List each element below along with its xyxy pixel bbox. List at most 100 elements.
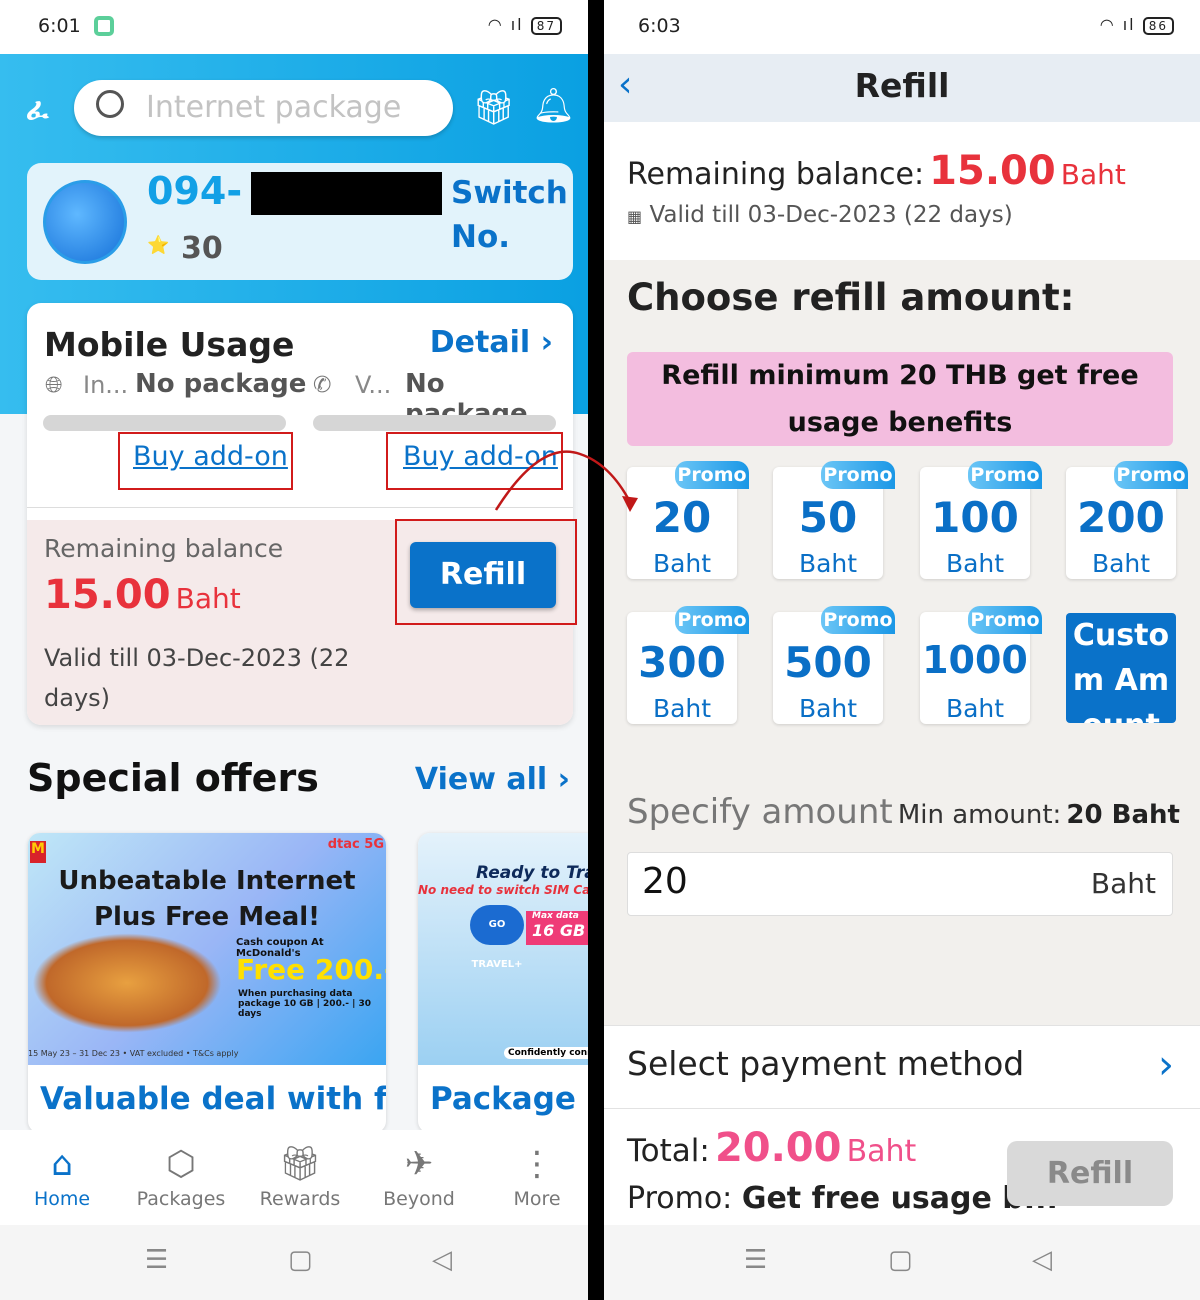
voice-label: V... — [355, 371, 392, 399]
box-icon: ⬡ — [166, 1144, 196, 1184]
balance-label: Remaining balance — [44, 534, 284, 563]
custom-amount-button[interactable]: Custom Amount — [1066, 613, 1176, 723]
banner-headline: Unbeatable Internet Plus Free Meal! — [58, 866, 356, 932]
food-image — [32, 933, 222, 1033]
more-icon: ⋮ — [520, 1144, 554, 1184]
tile-unit: Baht — [798, 694, 858, 723]
refill-submit-button[interactable]: Refill — [1007, 1141, 1173, 1206]
promo-badge: Promo — [821, 461, 895, 489]
promo-badge: Promo — [968, 461, 1042, 489]
battery-icon: 86 — [1142, 17, 1174, 35]
page-title: Refill — [854, 66, 950, 105]
gift-icon: 🎁︎ — [278, 1144, 322, 1184]
plane-icon: ✈︎ — [404, 1144, 434, 1184]
points-star-icon: ⭐ — [147, 235, 170, 256]
switch-number-button[interactable]: Switch No. — [451, 171, 568, 259]
offer-card-travel[interactable]: Ready to Tra No need to switch SIM Card … — [418, 833, 588, 1133]
system-nav: ☰ ▢ ◁ — [0, 1225, 588, 1300]
total-amount: 20.00 — [714, 1125, 842, 1171]
banner-data: 16 GB — [532, 921, 586, 940]
menu-icon[interactable]: ☰ — [145, 1245, 168, 1275]
balance-amount: 15.00 — [44, 572, 171, 618]
bottom-nav: ⌂ Home ⬡ Packages 🎁︎ Rewards ✈︎ Beyond ⋮ More — [0, 1130, 588, 1225]
chevron-right-icon: › — [1158, 1042, 1174, 1088]
status-bar: 6:03 ◠ ıl 86 — [604, 0, 1200, 54]
balance-amount: 15.00 — [929, 148, 1056, 194]
home-icon: ⌂ — [51, 1144, 73, 1184]
system-nav: ☰ ▢ ◁ — [604, 1225, 1200, 1300]
refill-tile-50[interactable]: Promo 50 Baht — [773, 461, 895, 579]
promo-badge: Promo — [1114, 461, 1188, 489]
home-screen: 6:01 ◠ ıl 87 ፈ Internet package 🎁︎ 🔔︎ 09… — [0, 0, 588, 1300]
tile-unit: Baht — [798, 549, 858, 578]
account-card: 094- ⭐ 30 Switch No. — [27, 163, 573, 280]
nav-rewards[interactable]: 🎁︎ Rewards — [241, 1140, 359, 1210]
min-value: 20 Baht — [1066, 800, 1180, 830]
back-triangle-icon[interactable]: ◁ — [432, 1245, 452, 1275]
banner-headline: Ready to Tra — [476, 863, 588, 883]
offer-banner-image: Ready to Tra No need to switch SIM Card … — [418, 833, 588, 1065]
annotation-box-addon-1 — [118, 432, 293, 490]
clock: 6:03 — [638, 15, 681, 37]
internet-value: No package — [135, 369, 307, 399]
internet-usage-bar — [43, 415, 286, 431]
offer-banner-image: M dtac 5G Unbeatable Internet Plus Free … — [28, 833, 386, 1065]
banner-price: Free 200.- — [236, 953, 386, 986]
nav-label: Home — [33, 1188, 91, 1210]
back-triangle-icon[interactable]: ◁ — [1032, 1245, 1052, 1275]
nav-beyond[interactable]: ✈︎ Beyond — [360, 1140, 478, 1210]
search-input[interactable]: Internet package — [74, 80, 453, 136]
offer-title: Valuable deal with fr... — [40, 1081, 386, 1117]
payment-method-row[interactable]: Select payment method › — [604, 1025, 1200, 1108]
status-icons: ◠ ıl 86 — [1100, 15, 1174, 35]
menu-icon[interactable]: ☰ — [744, 1245, 767, 1275]
home-square-icon[interactable]: ▢ — [288, 1245, 313, 1275]
banner-sub: No need to switch SIM Card — [418, 883, 588, 897]
refill-tile-100[interactable]: Promo 100 Baht — [920, 461, 1042, 579]
globe-icon: 🌐︎ — [45, 373, 63, 398]
tile-unit: Baht — [945, 549, 1005, 578]
banner-data-label: Max data — [532, 911, 579, 921]
tile-amount: 50 — [798, 493, 858, 542]
view-all-link[interactable]: View all › — [415, 762, 570, 797]
internet-label: In... — [83, 371, 129, 399]
special-offers-title: Special offers — [27, 756, 319, 800]
nav-home[interactable]: ⌂ Home — [3, 1140, 121, 1210]
offer-card-mcdonalds[interactable]: M dtac 5G Unbeatable Internet Plus Free … — [28, 833, 386, 1133]
choose-amount-title: Choose refill amount: — [627, 276, 1075, 319]
search-placeholder: Internet package — [146, 90, 402, 125]
tile-amount: 100 — [931, 493, 1019, 542]
nav-label: More — [513, 1188, 561, 1210]
banner-footer: Confidently connecte — [504, 1047, 588, 1059]
usage-title: Mobile Usage — [44, 325, 295, 364]
annotation-arrow — [494, 450, 638, 512]
refill-tile-300[interactable]: Promo 300 Baht — [627, 606, 749, 724]
promo-badge: Promo — [968, 606, 1042, 634]
dtac-logo: ፈ — [26, 92, 49, 127]
tile-unit: Baht — [1091, 549, 1151, 578]
search-icon — [96, 90, 124, 118]
refill-tile-500[interactable]: Promo 500 Baht — [773, 606, 895, 724]
phone-icon: ✆ — [313, 373, 332, 398]
gift-icon[interactable]: 🎁︎ — [472, 88, 515, 128]
promo-badge: Promo — [821, 606, 895, 634]
nav-packages[interactable]: ⬡ Packages — [122, 1140, 240, 1210]
amount-value: 20 — [642, 861, 688, 902]
offer-title: Package — [430, 1081, 576, 1117]
battery-icon: 87 — [530, 17, 562, 35]
refill-tile-1000[interactable]: Promo 1000 Baht — [920, 606, 1042, 724]
avatar — [43, 180, 127, 264]
promo-badge: Promo — [675, 606, 749, 634]
status-icons: ◠ ıl 87 — [488, 15, 562, 35]
home-square-icon[interactable]: ▢ — [888, 1245, 913, 1275]
nav-label: Rewards — [259, 1188, 341, 1210]
go-travel-logo: GO TRAVEL+ — [470, 905, 524, 970]
bell-icon[interactable]: 🔔︎ — [532, 86, 575, 126]
refill-tile-200[interactable]: Promo 200 Baht — [1066, 461, 1188, 579]
mcdonalds-logo: M — [30, 841, 46, 863]
app-notification-icon — [94, 16, 114, 36]
nav-more[interactable]: ⋮ More — [478, 1140, 588, 1210]
amount-input[interactable]: 20 Baht — [627, 852, 1173, 916]
dtac-5g-logo: dtac 5G — [327, 837, 384, 852]
detail-link[interactable]: Detail › — [430, 325, 553, 360]
